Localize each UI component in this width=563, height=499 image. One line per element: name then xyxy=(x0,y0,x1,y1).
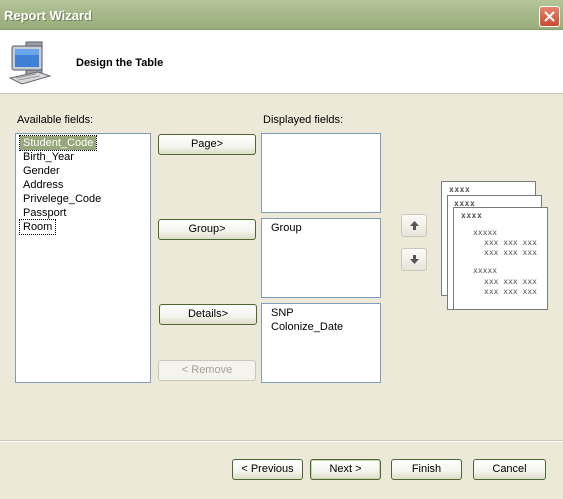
group-button[interactable]: Group> xyxy=(158,219,256,240)
layout-preview: xxxx xxxx xxxx xxxxx xxx xxx xxx xxx xxx… xyxy=(441,181,551,311)
preview-detail-text: xxx xxx xxx xyxy=(484,277,537,286)
window-title: Report Wizard xyxy=(4,8,92,23)
title-bar[interactable]: Report Wizard xyxy=(0,0,563,30)
list-item[interactable]: Student_Code xyxy=(18,135,98,151)
list-item[interactable]: Privelege_Code xyxy=(20,192,150,206)
close-button[interactable] xyxy=(539,6,560,27)
available-fields-label: Available fields: xyxy=(17,114,94,126)
page-title: Design the Table xyxy=(76,57,164,69)
preview-detail-text: xxx xxx xxx xyxy=(484,248,537,257)
report-wizard-window: Report Wizard Design the Table Available… xyxy=(0,0,563,499)
preview-group-text: xxxxx xyxy=(473,228,498,237)
list-item[interactable]: Gender xyxy=(20,164,150,178)
list-item[interactable]: Group xyxy=(268,221,380,235)
previous-button[interactable]: < Previous xyxy=(232,459,303,480)
detail-fields-list[interactable]: SNP Colonize_Date xyxy=(261,303,381,383)
footer-divider xyxy=(0,440,563,442)
next-button[interactable]: Next > xyxy=(310,459,381,480)
page-button[interactable]: Page> xyxy=(158,134,256,155)
remove-button[interactable]: < Remove xyxy=(158,360,256,381)
computer-icon xyxy=(8,38,64,89)
preview-detail-text: xxx xxx xxx xyxy=(484,287,537,296)
group-fields-list[interactable]: Group xyxy=(261,218,381,298)
list-item[interactable]: SNP xyxy=(268,306,380,320)
wizard-header: Design the Table xyxy=(0,30,563,94)
details-button[interactable]: Details> xyxy=(159,304,257,325)
available-fields-list[interactable]: Student_Code Birth_Year Gender Address P… xyxy=(15,133,151,383)
cancel-button[interactable]: Cancel xyxy=(473,459,546,480)
preview-group-text: xxxxx xyxy=(473,266,498,275)
page-fields-list[interactable] xyxy=(261,133,381,213)
displayed-fields-label: Displayed fields: xyxy=(263,114,344,126)
preview-page: xxxx xxxxx xxx xxx xxx xxx xxx xxx xxxxx… xyxy=(453,207,548,310)
list-item[interactable]: Colonize_Date xyxy=(268,320,380,334)
preview-header-text: xxxx xyxy=(461,211,483,220)
list-item[interactable]: Room xyxy=(18,219,57,235)
list-item[interactable]: Address xyxy=(20,178,150,192)
move-up-button[interactable] xyxy=(401,214,427,237)
move-down-button[interactable] xyxy=(401,248,427,271)
list-item[interactable]: Birth_Year xyxy=(20,150,150,164)
preview-header-text: xxxx xyxy=(449,185,471,194)
preview-detail-text: xxx xxx xxx xyxy=(484,238,537,247)
finish-button[interactable]: Finish xyxy=(391,459,462,480)
list-item[interactable]: Passport xyxy=(20,206,150,220)
